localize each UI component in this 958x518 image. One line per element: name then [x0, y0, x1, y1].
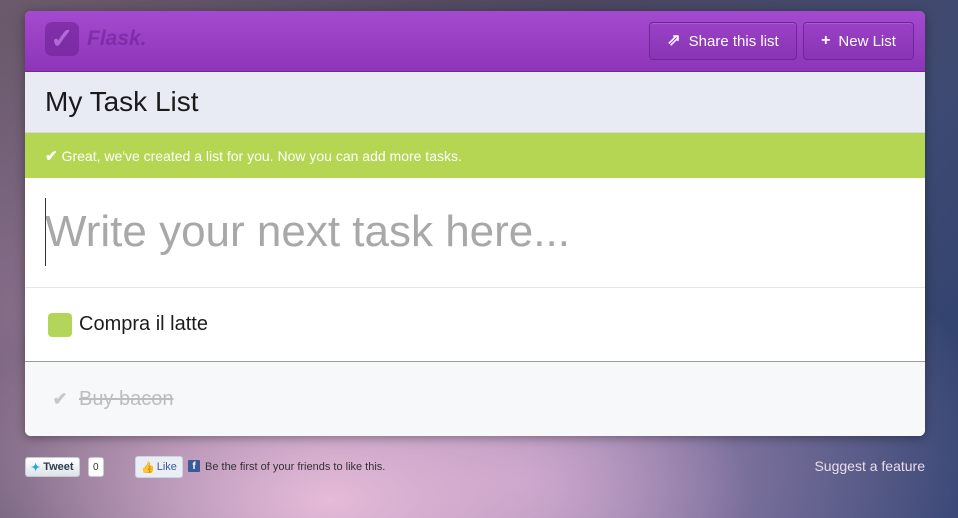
like-label: Like — [156, 461, 177, 473]
facebook-icon: f — [188, 460, 200, 472]
logo-check-icon: ✓ — [45, 22, 79, 56]
logo-text: Flask. — [87, 27, 147, 50]
facebook-like-button[interactable]: 👍 Like — [135, 456, 183, 478]
check-icon: ✔ — [45, 147, 58, 165]
twitter-bird-icon: ✦ — [31, 461, 41, 474]
facebook-social-text: Be the first of your friends to like thi… — [205, 461, 386, 473]
list-title[interactable]: My Task List — [45, 86, 199, 118]
success-notice: ✔ Great, we've created a list for you. N… — [25, 133, 925, 178]
suggest-feature-link[interactable]: Suggest a feature — [814, 458, 925, 474]
top-bar: ✓ Flask. ⇗ Share this list + New List — [25, 11, 925, 72]
plus-icon: + — [821, 32, 831, 49]
notice-text: Great, we've created a list for you. Now… — [61, 147, 462, 164]
share-icon: ⇗ — [667, 32, 681, 49]
new-task-input[interactable] — [45, 198, 905, 266]
task-label[interactable]: Compra il latte — [79, 313, 208, 336]
tweet-button[interactable]: ✦ Tweet — [25, 457, 80, 477]
thumbs-up-icon: 👍 — [141, 461, 155, 474]
new-list-button[interactable]: + New List — [803, 22, 914, 60]
text-caret — [45, 198, 46, 266]
tweet-label: Tweet — [43, 461, 74, 473]
list-title-bar: My Task List — [25, 72, 925, 133]
new-list-label: New List — [838, 32, 896, 50]
completed-check-icon[interactable]: ✔ — [48, 389, 72, 410]
share-list-label: Share this list — [688, 32, 779, 50]
share-list-button[interactable]: ⇗ Share this list — [649, 22, 797, 60]
tweet-count: 0 — [88, 457, 104, 477]
app-window: ✓ Flask. ⇗ Share this list + New List My… — [25, 11, 925, 436]
task-checkbox[interactable] — [48, 312, 72, 337]
task-item[interactable]: Compra il latte — [25, 288, 925, 362]
task-item-completed[interactable]: ✔ Buy bacon — [25, 362, 925, 436]
task-label-completed[interactable]: Buy bacon — [79, 388, 174, 411]
new-task-row — [25, 178, 925, 288]
footer: ✦ Tweet 0 👍 Like f Be the first of your … — [25, 455, 925, 479]
logo[interactable]: ✓ Flask. — [45, 22, 147, 56]
